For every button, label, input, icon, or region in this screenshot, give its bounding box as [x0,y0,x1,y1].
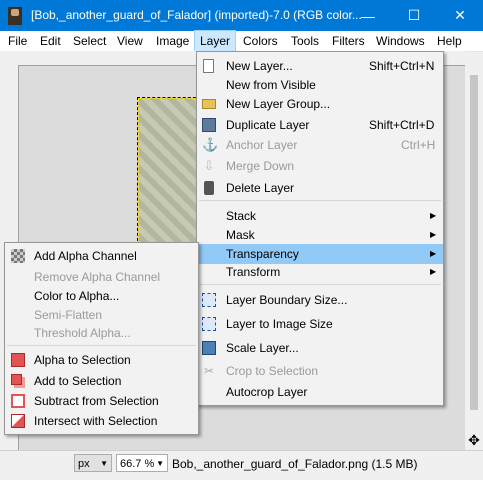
menu-item-color-to-alpha[interactable]: Color to Alpha... [5,286,198,306]
menu-item-subtract-from-selection[interactable]: Subtract from Selection [5,391,198,411]
layer-menu: New Layer... Shift+Ctrl+N New from Visib… [196,51,444,406]
layer-boundary-icon [202,293,216,307]
menu-image[interactable]: Image [151,31,194,51]
menu-item-autocrop-layer[interactable]: Autocrop Layer [197,382,443,402]
menu-select[interactable]: Select [68,31,111,51]
menu-tools[interactable]: Tools [286,31,324,51]
menu-help[interactable]: Help [432,31,467,51]
submenu-arrow-icon: ▶ [430,211,437,220]
menu-item-layer-boundary-size[interactable]: Layer Boundary Size... [197,290,443,310]
zoom-select[interactable]: 66.7 % ▼ [116,454,168,472]
menu-item-delete-layer[interactable]: Delete Layer [197,178,443,198]
menu-item-new-layer-group[interactable]: New Layer Group... [197,94,443,114]
minimize-button[interactable]: — [345,0,391,31]
menu-item-new-from-visible[interactable]: New from Visible [197,75,443,95]
menu-view[interactable]: View [112,31,148,51]
menu-separator [7,345,196,346]
menu-item-crop-to-selection[interactable]: ✂ Crop to Selection [197,361,443,381]
new-layer-icon [203,59,214,73]
submenu-arrow-icon: ▶ [430,230,437,239]
subtract-from-selection-icon [11,394,25,408]
menu-layer[interactable]: Layer [194,30,237,52]
add-to-selection-icon [11,374,22,385]
submenu-arrow-icon: ▶ [430,249,437,258]
menu-colors[interactable]: Colors [238,31,283,51]
image-layer[interactable] [137,97,201,251]
delete-icon [204,181,214,195]
menu-item-alpha-to-selection[interactable]: Alpha to Selection [5,350,198,370]
menu-separator [199,284,441,285]
ruler-corner[interactable] [0,51,18,65]
menu-item-add-to-selection[interactable]: Add to Selection [5,371,198,391]
menu-item-threshold-alpha[interactable]: Threshold Alpha... [5,323,198,343]
menu-filters[interactable]: Filters [327,31,370,51]
maximize-button[interactable]: ☐ [391,0,437,31]
menu-item-remove-alpha-channel[interactable]: Remove Alpha Channel [5,267,198,287]
menu-item-merge-down[interactable]: ⇩ Merge Down [197,156,443,176]
status-info: Bob,_another_guard_of_Falador.png (1.5 M… [172,457,418,471]
menu-item-stack[interactable]: Stack ▶ [197,206,443,226]
window-title: [Bob,_another_guard_of_Falador] (importe… [31,8,362,22]
menu-item-semi-flatten[interactable]: Semi-Flatten [5,305,198,325]
menu-file[interactable]: File [3,31,32,51]
menu-windows[interactable]: Windows [371,31,430,51]
chevron-down-icon: ▼ [100,459,108,468]
transparency-submenu: Add Alpha Channel Remove Alpha Channel C… [4,242,199,435]
intersect-with-selection-icon [11,414,25,428]
menu-item-transparency[interactable]: Transparency ▶ [197,244,443,264]
menu-edit[interactable]: Edit [35,31,66,51]
menu-item-scale-layer[interactable]: Scale Layer... [197,338,443,358]
close-button[interactable]: ✕ [437,0,483,31]
menu-item-anchor-layer[interactable]: ⚓ Anchor Layer Ctrl+H [197,135,443,155]
menu-item-mask[interactable]: Mask ▶ [197,225,443,245]
folder-icon [202,99,216,109]
scrollbar-thumb[interactable] [470,75,478,410]
title-bar: [Bob,_another_guard_of_Falador] (importe… [0,0,483,31]
layer-to-image-icon [202,317,216,331]
alpha-channel-icon [11,249,25,263]
merge-down-icon: ⇩ [203,158,215,173]
menu-item-add-alpha-channel[interactable]: Add Alpha Channel [5,246,198,266]
menu-item-intersect-with-selection[interactable]: Intersect with Selection [5,411,198,431]
app-icon [8,7,22,25]
menu-item-new-layer[interactable]: New Layer... Shift+Ctrl+N [197,56,443,76]
menu-separator [199,200,441,201]
duplicate-layer-icon [202,118,216,132]
menu-item-transform[interactable]: Transform ▶ [197,262,443,282]
menu-item-layer-to-image-size[interactable]: Layer to Image Size [197,314,443,334]
alpha-to-selection-icon [11,353,25,367]
menu-bar: File Edit Select View Image Layer Colors… [0,30,483,52]
crop-icon: ✂ [203,364,215,378]
anchor-icon: ⚓ [202,137,219,152]
chevron-down-icon: ▼ [156,459,164,468]
submenu-arrow-icon: ▶ [430,267,437,276]
scale-layer-icon [202,341,216,355]
unit-select[interactable]: px ▼ [74,454,112,472]
navigate-icon[interactable]: ✥ [466,432,482,448]
menu-item-duplicate-layer[interactable]: Duplicate Layer Shift+Ctrl+D [197,115,443,135]
